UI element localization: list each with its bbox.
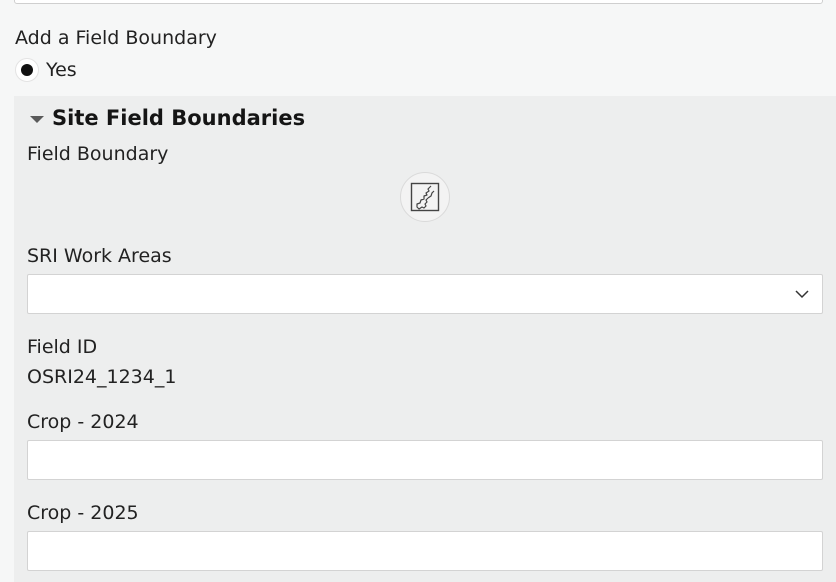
group-title: Site Field Boundaries <box>52 106 306 130</box>
radio-option-yes[interactable]: Yes <box>15 56 77 84</box>
field-boundary-map-button[interactable] <box>400 172 450 222</box>
site-field-boundaries-group: Site Field Boundaries Field Boundary SRI… <box>14 96 836 582</box>
crop-2025-input[interactable] <box>27 531 823 571</box>
add-field-boundary-label: Add a Field Boundary <box>15 27 217 49</box>
chevron-down-icon <box>795 290 809 299</box>
sri-work-areas-select[interactable] <box>27 274 823 314</box>
sri-work-areas-label: SRI Work Areas <box>27 245 172 267</box>
crop-2025-label: Crop - 2025 <box>27 502 139 524</box>
field-id-value: OSRI24_1234_1 <box>27 366 177 388</box>
map-polygon-icon <box>410 182 440 212</box>
radio-selected-dot <box>21 64 33 76</box>
crop-2024-label: Crop - 2024 <box>27 411 139 433</box>
crop-2024-input[interactable] <box>27 440 823 480</box>
radio-button[interactable] <box>15 58 39 82</box>
caret-down-icon <box>30 115 44 123</box>
field-boundary-label: Field Boundary <box>27 143 169 165</box>
group-header-toggle[interactable]: Site Field Boundaries <box>30 106 305 130</box>
previous-field-input[interactable] <box>14 0 823 4</box>
field-id-label: Field ID <box>27 336 98 358</box>
radio-option-label: Yes <box>46 59 77 81</box>
